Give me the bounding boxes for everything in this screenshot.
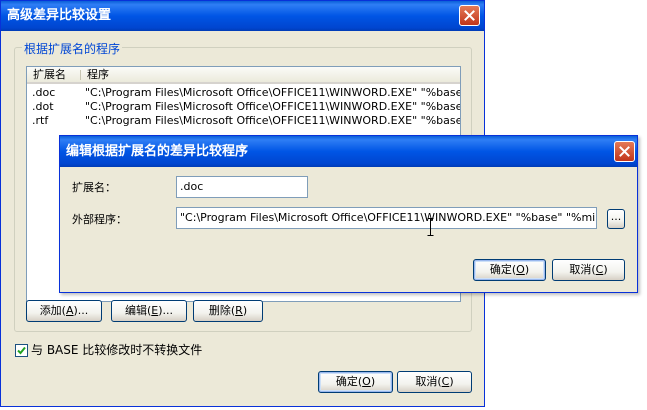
edit-button-tail: )... [158, 304, 174, 317]
outer-cancel-button[interactable]: 取消(C) [397, 371, 472, 393]
edit-diff-program-dialog: 编辑根据扩展名的差异比较程序 扩展名： .doc 外部程序： "C:\Progr… [59, 135, 638, 293]
inner-ok-label: 确定( [489, 263, 517, 276]
outer-cancel-label: 取消( [415, 375, 442, 388]
list-row[interactable]: .rtf "C:\Program Files\Microsoft Office\… [27, 114, 460, 128]
column-header-program[interactable]: 程序 [81, 67, 460, 82]
extension-label: 扩展名： [72, 181, 116, 194]
edit-button[interactable]: 编辑(E)... [111, 300, 187, 322]
outer-ok-button[interactable]: 确定(O) [318, 371, 393, 393]
outer-ok-label: 确定( [335, 375, 363, 388]
delete-button-tail: ) [242, 304, 248, 317]
no-convert-checkbox[interactable] [15, 344, 28, 357]
inner-cancel-button[interactable]: 取消(C) [552, 259, 625, 281]
row-extension: .doc [32, 86, 56, 99]
outer-ok-accel-key: O [362, 375, 371, 388]
inner-title-bar[interactable]: 编辑根据扩展名的差异比较程序 [60, 136, 637, 167]
outer-title-bar[interactable]: 高级差异比较设置 [1, 1, 484, 31]
add-button[interactable]: 添加(A)... [26, 300, 102, 322]
row-program: "C:\Program Files\Microsoft Office\OFFIC… [85, 86, 461, 99]
row-extension: .rtf [32, 114, 49, 127]
delete-button[interactable]: 删除(R) [193, 300, 263, 322]
external-program-label: 外部程序： [72, 213, 127, 226]
browse-button[interactable]: ... [607, 209, 625, 229]
add-button-label: 添加( [39, 304, 66, 317]
outer-dialog-title: 高级差异比较设置 [7, 8, 112, 23]
list-row[interactable]: .dot "C:\Program Files\Microsoft Office\… [27, 100, 460, 114]
column-header-extension[interactable]: 扩展名 [27, 67, 80, 82]
close-icon [464, 10, 475, 21]
add-button-tail: )... [73, 304, 89, 317]
list-header: 扩展名 程序 [27, 67, 460, 84]
checkmark-icon [17, 346, 26, 355]
delete-accel-key: R [235, 304, 243, 317]
extension-input[interactable]: .doc [176, 176, 308, 198]
delete-button-label: 删除( [208, 304, 236, 317]
inner-ok-tail: ) [524, 263, 530, 276]
inner-cancel-tail: ) [603, 263, 608, 276]
inner-dialog-title: 编辑根据扩展名的差异比较程序 [66, 144, 249, 159]
inner-ok-accel-key: O [516, 263, 525, 276]
outer-cancel-tail: ) [449, 375, 454, 388]
row-program: "C:\Program Files\Microsoft Office\OFFIC… [85, 100, 461, 113]
edit-button-label: 编辑( [124, 304, 152, 317]
inner-cancel-label: 取消( [569, 263, 596, 276]
group-title: 根据扩展名的程序 [22, 40, 123, 57]
outer-close-button[interactable] [459, 5, 480, 26]
external-program-input[interactable]: "C:\Program Files\Microsoft Office\OFFIC… [176, 207, 597, 229]
list-row[interactable]: .doc "C:\Program Files\Microsoft Office\… [27, 86, 460, 100]
row-extension: .dot [32, 100, 54, 113]
outer-ok-tail: ) [370, 375, 376, 388]
inner-close-button[interactable] [614, 141, 635, 162]
inner-ok-button[interactable]: 确定(O) [473, 259, 546, 281]
close-icon [619, 146, 630, 157]
no-convert-checkbox-label[interactable]: 与 BASE 比较修改时不转换文件 [31, 343, 202, 357]
row-program: "C:\Program Files\Microsoft Office\OFFIC… [85, 114, 461, 127]
text-cursor-icon [427, 218, 434, 236]
add-accel-key: A [65, 304, 74, 317]
browse-button-label: ... [610, 210, 622, 223]
